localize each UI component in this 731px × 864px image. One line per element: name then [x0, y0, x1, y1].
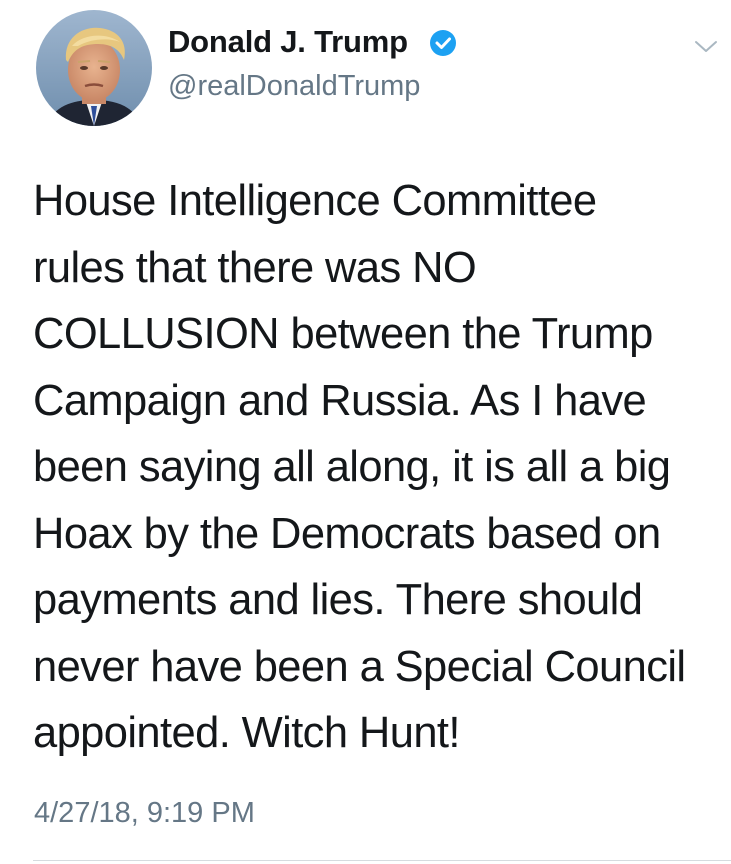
tweet-text-line: never have been a Special Council: [33, 642, 686, 691]
tweet-text-line: Hoax by the Democrats based on: [33, 509, 661, 558]
verified-badge-icon: [428, 28, 458, 58]
tweet-text-line: payments and lies. There should: [33, 576, 643, 624]
author-display-name[interactable]: Donald J. Trump: [168, 24, 408, 60]
tweet-text-line: been saying all along, it is all a big: [33, 443, 671, 491]
tweet-text-line: rules that there was NO: [33, 243, 477, 292]
divider: [33, 860, 731, 861]
author-avatar[interactable]: [36, 10, 152, 126]
tweet-text-line: COLLUSION between the Trump: [33, 310, 653, 358]
tweet-text-line: Campaign and Russia. As I have: [33, 376, 647, 425]
tweet-text-line: House Intelligence Committee: [33, 177, 597, 225]
avatar-photo: [36, 10, 152, 126]
tweet-card: Donald J. Trump @realDonaldTrump House I…: [0, 0, 731, 864]
tweet-timestamp[interactable]: 4/27/18, 9:19 PM: [34, 797, 255, 830]
author-handle[interactable]: @realDonaldTrump: [168, 70, 420, 103]
chevron-down-icon[interactable]: [693, 36, 719, 56]
tweet-text: House Intelligence Committee rules that …: [33, 168, 723, 767]
tweet-text-line: appointed. Witch Hunt!: [33, 709, 460, 757]
